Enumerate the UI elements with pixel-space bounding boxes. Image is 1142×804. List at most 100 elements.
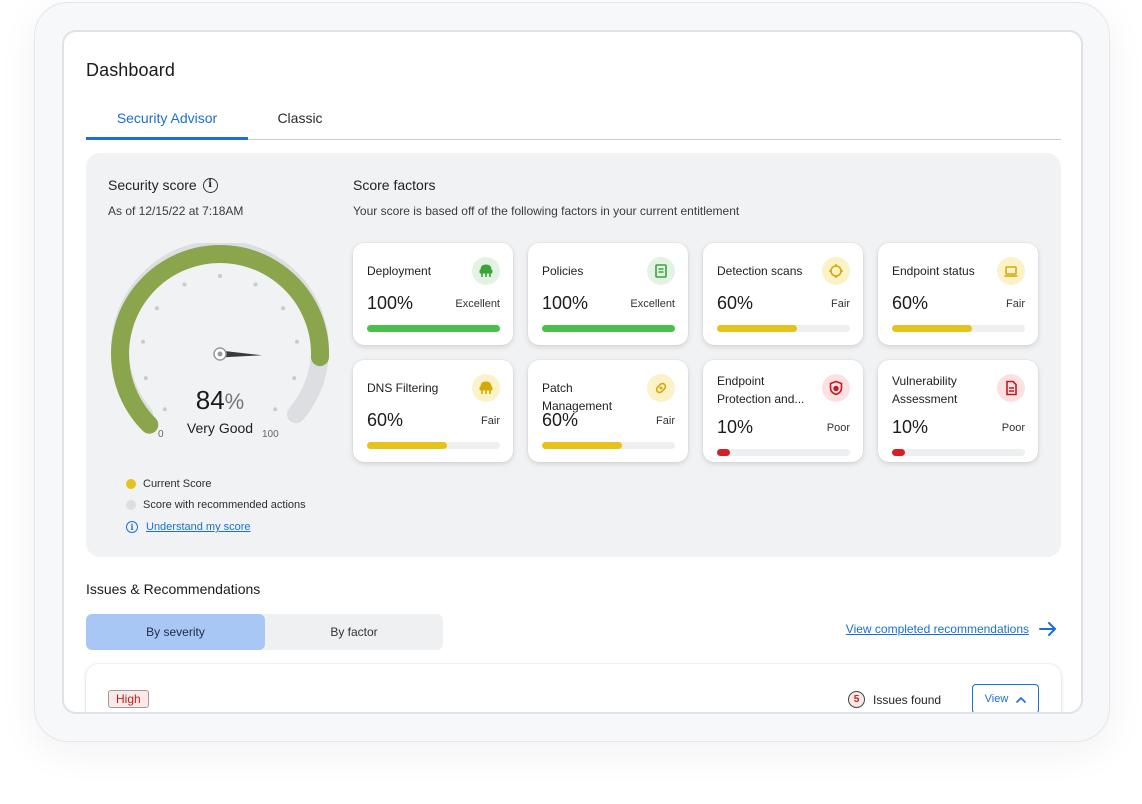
factor-percent: 100% [367,293,414,313]
issue-group-high: High 5 Issues found View [86,664,1061,712]
factor-card[interactable]: Policies 100% Excellent [528,243,688,345]
legend-dot [126,499,136,510]
factor-percent: 60% [717,293,754,313]
report-document-icon [997,374,1025,402]
issues-found-label: Issues found [873,692,942,707]
legend-label: Current Score [143,477,212,490]
understand-score-link[interactable]: i Understand my score [126,521,251,533]
gauge-tick [141,339,145,344]
factor-percent: 100% [542,293,589,313]
factor-card[interactable]: Detection scans 60% Fair [703,243,863,345]
factor-rating: Fair [831,298,850,310]
crosshair-icon [822,257,850,285]
issue-count-badge: 5 [848,691,865,708]
patch-icon [647,374,675,402]
factor-progress-bar [542,442,675,449]
score-legend: Current Score Score with recommended act… [126,473,306,515]
gauge-tick [143,376,148,381]
by-severity-button[interactable]: By severity [86,614,265,650]
score-unit: % [224,389,245,414]
view-completed-label[interactable]: View completed recommendations [846,622,1029,636]
factor-card[interactable]: Vulnerability Assessment 10% Poor [878,360,1038,462]
factor-percent: 10% [892,417,929,437]
factor-progress-bar [717,325,850,332]
info-icon: i [126,521,138,533]
info-icon[interactable]: i [202,177,218,193]
gauge-tick [281,306,286,311]
policy-document-icon [647,257,675,285]
tab-bar: Security Advisor Classic [86,102,1061,140]
view-label: View [984,693,1009,705]
view-issues-button[interactable]: View [972,684,1039,712]
factor-rating: Poor [1001,422,1025,434]
gauge-min-label: 0 [158,429,164,440]
security-score-title: Security score i [108,177,218,193]
gauge-max-label: 100 [262,429,279,440]
legend-recommended-score: Score with recommended actions [126,494,306,515]
factor-progress-fill [892,449,906,456]
shield-bug-icon [822,374,850,402]
factor-percent: 60% [892,293,929,313]
factor-card[interactable]: Endpoint status 60% Fair [878,243,1038,345]
factor-name: Detection scans [717,264,803,278]
factor-percent: 60% [542,410,579,430]
score-value: 84% [86,385,354,416]
factor-progress-bar [367,442,500,449]
factor-name: Endpoint status [892,264,975,278]
factor-card[interactable]: Patch Management 60% Fair [528,360,688,462]
legend-label: Score with recommended actions [143,498,306,511]
factor-progress-fill [542,325,675,332]
factor-name: Deployment [367,264,432,278]
factor-rating: Fair [1006,298,1025,310]
factor-rating: Poor [826,422,850,434]
factor-progress-fill [367,325,500,332]
legend-dot [126,478,136,489]
factor-rating: Excellent [630,298,675,310]
page-title: Dashboard [86,60,175,80]
view-completed-link[interactable]: View completed recommendations [846,622,1057,636]
factor-percent: 60% [367,410,404,430]
by-factor-button[interactable]: By factor [265,614,443,650]
gauge-tick [154,306,159,311]
factor-name: Policies [542,264,584,278]
severity-badge: High [108,690,149,708]
factor-rating: Excellent [455,298,500,310]
issues-title: Issues & Recommendations [86,581,261,597]
gauge-tick [182,282,187,287]
score-rating: Very Good [186,420,254,436]
factor-card[interactable]: Endpoint Protection and... 10% Poor [703,360,863,462]
chevron-up-icon [1016,696,1027,703]
factor-card[interactable]: DNS Filtering 60% Fair [353,360,513,462]
score-number: 84 [195,385,225,415]
arrow-right-icon [1039,622,1056,636]
security-overview-panel: Security score i As of 12/15/22 at 7:18A… [86,153,1061,557]
tab-security-advisor[interactable]: Security Advisor [86,102,248,140]
laptop-icon [997,257,1025,285]
gauge-tick [295,339,299,344]
factor-progress-bar [367,325,500,332]
factor-progress-fill [367,442,447,449]
dashboard-window: Dashboard Security Advisor Classic Secur… [62,30,1083,714]
gauge-tick [218,274,222,278]
factor-name: Endpoint Protection and... [717,374,805,406]
factor-progress-fill [892,325,972,332]
dns-filter-icon [472,374,500,402]
issues-count: 5 Issues found [848,691,941,708]
score-factors-title: Score factors [353,177,436,193]
factor-card[interactable]: Deployment 100% Excellent [353,243,513,345]
factor-progress-fill [542,442,622,449]
understand-score-label[interactable]: Understand my score [146,521,251,533]
score-factors-subtitle: Your score is based off of the following… [353,204,740,218]
issues-view-toggle: By severity By factor [86,614,443,650]
factor-progress-bar [542,325,675,332]
deployment-icon [472,257,500,285]
factor-progress-fill [717,325,797,332]
factor-progress-fill [717,449,731,456]
factor-progress-bar [892,449,1025,456]
score-timestamp: As of 12/15/22 at 7:18AM [108,204,244,218]
security-score-heading: Security score [108,177,197,193]
factor-name: DNS Filtering [367,381,439,395]
gauge-tick [292,376,297,381]
gauge-tick [253,282,258,287]
tab-classic[interactable]: Classic [264,102,336,140]
